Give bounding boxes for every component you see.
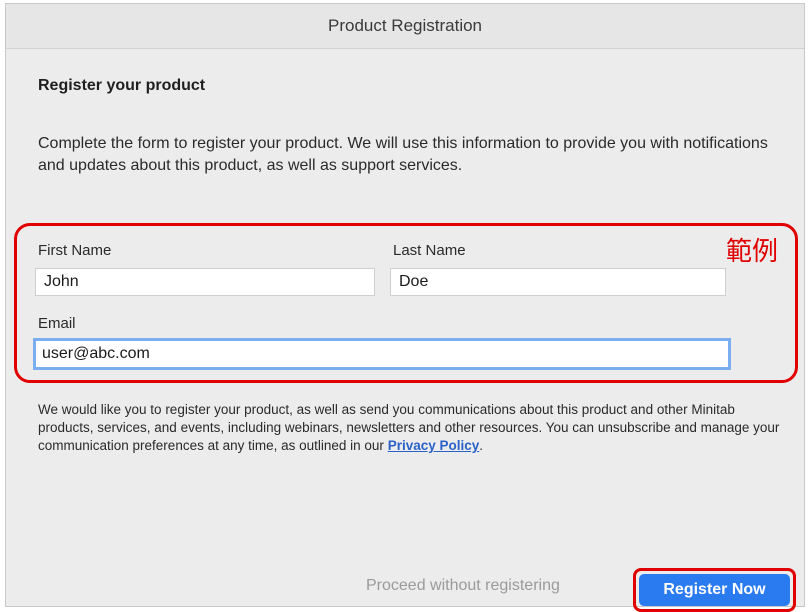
register-now-button[interactable]: Register Now: [639, 574, 790, 606]
intro-text: Complete the form to register your produ…: [38, 135, 768, 174]
privacy-policy-link[interactable]: Privacy Policy: [388, 438, 480, 453]
first-name-label: First Name: [38, 242, 112, 259]
registration-window: Product Registration Register your produ…: [5, 3, 805, 612]
page-heading: Register your product: [38, 77, 206, 94]
register-button-highlight: Register Now: [633, 568, 796, 612]
last-name-label: Last Name: [393, 242, 466, 259]
proceed-without-registering-button[interactable]: Proceed without registering: [366, 577, 560, 595]
consent-text: We would like you to register your produ…: [38, 401, 783, 455]
last-name-input[interactable]: [390, 268, 726, 296]
consent-suffix: .: [479, 438, 484, 453]
email-label: Email: [38, 315, 76, 332]
example-annotation-label: 範例: [726, 237, 779, 267]
first-name-input[interactable]: [35, 268, 375, 296]
window-title: Product Registration: [6, 4, 804, 49]
registration-content: Register your product Complete the form …: [6, 49, 804, 612]
email-input[interactable]: [33, 338, 731, 370]
